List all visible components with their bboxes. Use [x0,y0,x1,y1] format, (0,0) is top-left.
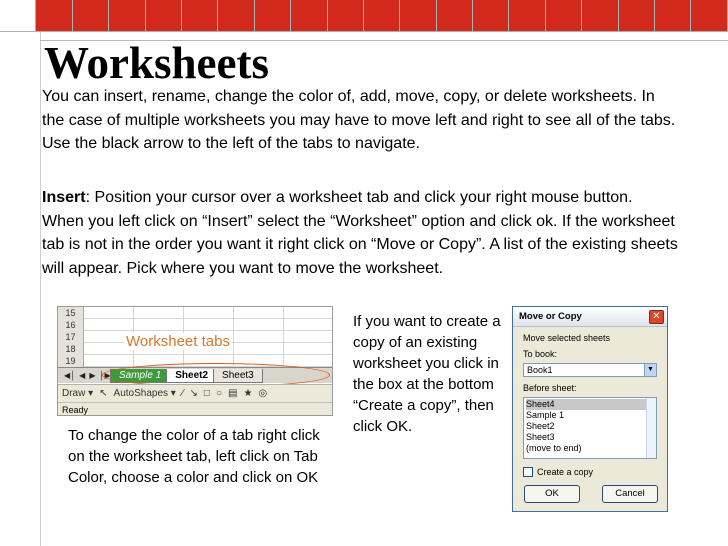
deco-square [363,0,401,32]
textbox-icon[interactable]: ▤ [228,388,237,399]
list-item[interactable]: (move to end) [526,443,654,454]
oval-icon[interactable]: ○ [216,388,222,399]
to-book-label: To book: [523,349,558,359]
list-item[interactable]: Sheet2 [526,421,654,432]
deco-square [545,0,583,32]
deco-square [655,0,692,32]
deco-square [618,0,656,32]
insert-paragraph: Insert: Position your cursor over a work… [42,186,678,280]
status-bar: Ready [58,402,332,415]
pointer-icon[interactable]: ↖ [99,388,107,399]
list-item[interactable]: Sample 1 [526,410,654,421]
intro-paragraph: You can insert, rename, change the color… [42,88,676,152]
close-icon[interactable]: ✕ [649,310,664,324]
row-number: 16 [58,319,84,331]
to-book-value: Book1 [527,365,553,375]
move-or-copy-dialog: Move or Copy ✕ Move selected sheets To b… [512,306,668,512]
deco-square [473,0,510,32]
arrow-icon[interactable]: ↘ [190,388,198,399]
deco-square [582,0,619,32]
create-copy-checkbox-row[interactable]: Create a copy [523,467,657,477]
row-number: 19 [58,355,84,367]
create-copy-caption: If you want to create a copy of an exist… [353,313,501,435]
deco-square [72,0,110,32]
list-scrollbar[interactable] [646,398,656,458]
worksheet-tabs-label: Worksheet tabs [124,333,232,350]
chevron-down-icon[interactable]: ▼ [644,364,656,376]
before-sheet-label: Before sheet: [523,383,577,393]
line-icon[interactable]: ∕ [182,388,184,399]
header-decoration [0,0,728,32]
deco-square [509,0,546,32]
deco-square [0,0,37,32]
deco-square [327,0,364,32]
dialog-title: Move or Copy [519,311,582,322]
deco-square [145,0,182,32]
row-number: 17 [58,331,84,343]
list-item[interactable]: Sheet4 [526,399,654,410]
dialog-buttons: OK Cancel [513,485,669,503]
before-sheet-list[interactable]: Sheet4 Sample 1 Sheet2 Sheet3 (move to e… [523,397,657,459]
wordart-icon[interactable]: ★ [243,388,252,399]
deco-square [436,0,474,32]
deco-square [400,0,437,32]
list-item[interactable]: Sheet3 [526,432,654,443]
row-number: 18 [58,343,84,355]
drawing-toolbar: Draw ▾ ↖ AutoShapes ▾ ∕ ↘ □ ○ ▤ ★ ◎ [58,384,332,402]
deco-square [254,0,292,32]
insert-text: : Position your cursor over a worksheet … [42,189,678,277]
ok-button[interactable]: OK [524,485,580,503]
draw-menu[interactable]: Draw ▾ [62,388,93,399]
deco-square [691,0,728,32]
deco-square [181,0,219,32]
deco-square [291,0,328,32]
deco-square [218,0,255,32]
deco-square [109,0,146,32]
autoshapes-menu[interactable]: AutoShapes ▾ [114,388,176,399]
diagram-icon[interactable]: ◎ [258,388,267,399]
excel-row: 15 [58,307,332,319]
tab-color-caption: To change the color of a tab right click… [68,427,320,486]
next-tab-arrow-icon[interactable]: ▶ [89,371,95,380]
deco-square [36,0,73,32]
insert-label: Insert [42,189,86,206]
create-copy-label: Create a copy [537,467,594,477]
prev-tab-arrow-icon[interactable]: ◀ [79,371,85,380]
excel-row: 16 [58,319,332,331]
cancel-button[interactable]: Cancel [602,485,658,503]
excel-tabs-screenshot: 15 16 17 18 19 Worksheet tabs ◀│ ◀ ▶ │▶ … [57,306,333,416]
dialog-titlebar: Move or Copy ✕ [513,307,667,327]
create-copy-checkbox[interactable] [523,467,533,477]
deco-vertical-line [40,32,41,546]
rectangle-icon[interactable]: □ [204,388,210,399]
to-book-select[interactable]: Book1 ▼ [523,363,657,377]
slide-title: Worksheets [44,38,269,88]
row-number: 15 [58,307,84,319]
move-selected-label: Move selected sheets [523,333,611,343]
first-tab-arrow-icon[interactable]: ◀│ [64,371,75,380]
